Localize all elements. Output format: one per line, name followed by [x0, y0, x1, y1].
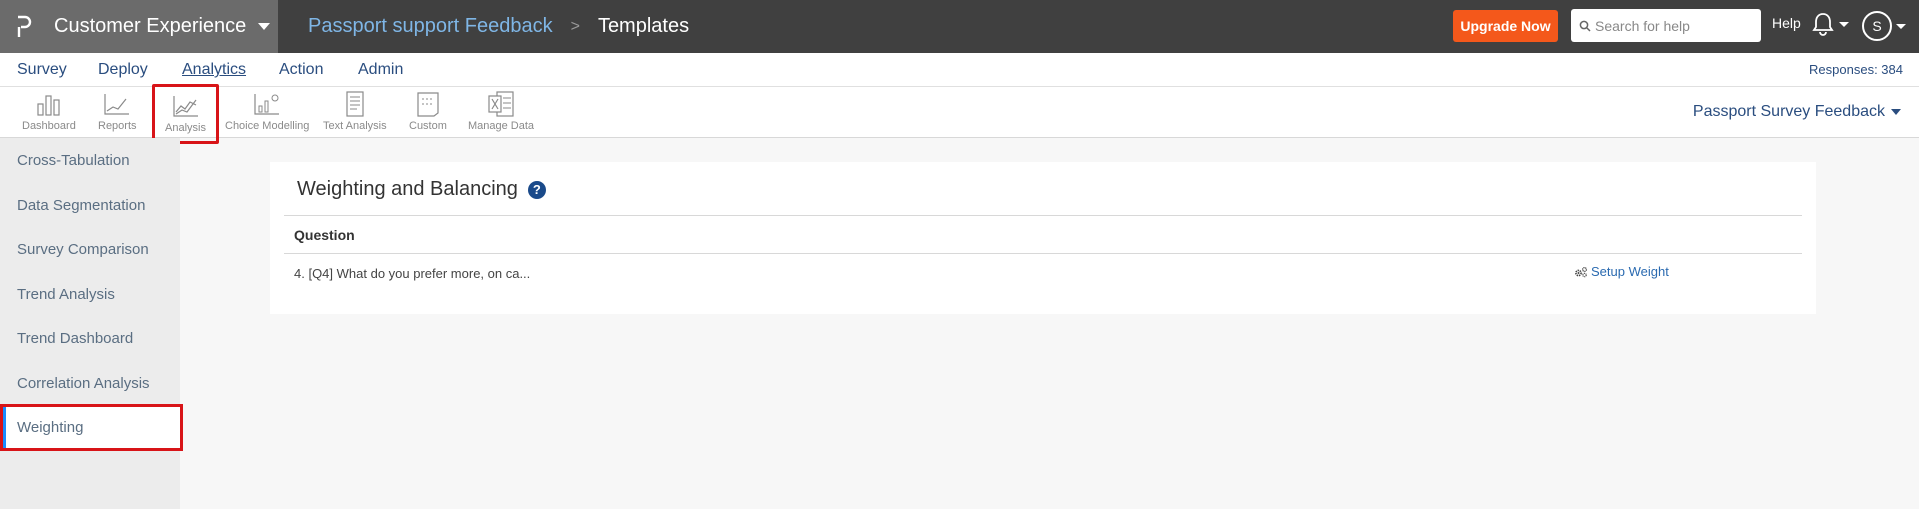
questions-table: Question 4. [Q4] What do you prefer more…: [284, 215, 1802, 292]
sidebar-item-label: Correlation Analysis: [17, 374, 150, 392]
analysis-icon: [172, 96, 198, 117]
help-link[interactable]: Help: [1772, 15, 1801, 31]
setup-weight-link[interactable]: Setup Weight: [1574, 264, 1669, 279]
main-menu: Survey Deploy Analytics Action Admin Res…: [0, 53, 1919, 87]
questionpro-logo-icon: [17, 15, 32, 37]
excel-icon: [488, 91, 514, 117]
choice-modelling-icon: [254, 94, 280, 115]
sidebar-item-data-segmentation[interactable]: Data Segmentation: [0, 183, 180, 227]
tool-choice-modelling[interactable]: Choice Modelling: [225, 90, 309, 132]
line-chart-icon: [104, 94, 130, 115]
menu-admin[interactable]: Admin: [358, 61, 403, 79]
tool-label: Choice Modelling: [225, 120, 310, 132]
sidebar-item-label: Cross-Tabulation: [17, 151, 130, 169]
table-header: Question: [284, 215, 1802, 254]
notifications-button[interactable]: [1811, 11, 1849, 37]
sidebar-item-label: Survey Comparison: [17, 240, 149, 258]
tool-dashboard[interactable]: Dashboard: [22, 90, 76, 132]
upgrade-now-button[interactable]: Upgrade Now: [1453, 10, 1558, 42]
text-analysis-icon: [346, 91, 364, 117]
product-switcher[interactable]: Customer Experience: [0, 0, 278, 53]
tool-label: Reports: [98, 120, 137, 132]
question-circle-icon[interactable]: ?: [527, 180, 546, 199]
menu-deploy[interactable]: Deploy: [98, 61, 148, 79]
help-search[interactable]: [1571, 9, 1761, 42]
bar-chart-icon: [37, 95, 60, 116]
tool-manage-data[interactable]: Manage Data: [468, 90, 534, 132]
sidebar-item-label: Data Segmentation: [17, 196, 146, 214]
custom-icon: [417, 92, 439, 117]
analysis-sidebar: Cross-Tabulation Data Segmentation Surve…: [0, 138, 183, 509]
responses-count: Responses: 384: [1809, 62, 1903, 77]
column-header-question: Question: [294, 226, 355, 243]
table-row: 4. [Q4] What do you prefer more, on ca..…: [284, 254, 1802, 292]
sidebar-item-correlation-analysis[interactable]: Correlation Analysis: [0, 361, 180, 405]
avatar: S: [1862, 11, 1892, 41]
tool-label: Manage Data: [468, 120, 535, 132]
menu-action[interactable]: Action: [279, 61, 323, 79]
menu-analytics[interactable]: Analytics: [182, 61, 246, 79]
page-title: Weighting and Balancing ?: [297, 178, 546, 201]
tool-label: Custom: [409, 120, 447, 132]
breadcrumb-separator: >: [570, 17, 580, 35]
survey-switcher[interactable]: Passport Survey Feedback: [1693, 103, 1901, 121]
breadcrumb: Passport support Feedback > Templates: [308, 0, 689, 53]
product-name: Customer Experience: [54, 15, 247, 37]
breadcrumb-survey[interactable]: Passport support Feedback: [308, 15, 553, 38]
search-icon: [1579, 20, 1591, 32]
tool-label: Text Analysis: [323, 120, 387, 132]
user-menu[interactable]: S: [1862, 11, 1906, 41]
sidebar-item-cross-tabulation[interactable]: Cross-Tabulation: [0, 138, 180, 182]
tool-label: Dashboard: [22, 120, 76, 132]
breadcrumb-page: Templates: [597, 15, 690, 37]
bell-icon: [1812, 13, 1834, 36]
sidebar-item-label: Trend Analysis: [17, 285, 115, 303]
setup-weight-label: Setup Weight: [1591, 264, 1669, 279]
sidebar-item-label: Trend Dashboard: [17, 329, 134, 347]
sidebar-item-weighting[interactable]: Weighting: [0, 404, 183, 451]
gears-icon: [1575, 266, 1588, 277]
survey-switcher-label: Passport Survey Feedback: [1692, 103, 1885, 120]
sidebar-item-label: Weighting: [17, 419, 84, 436]
top-bar: Customer Experience Passport support Fee…: [0, 0, 1919, 53]
sidebar-item-trend-dashboard[interactable]: Trend Dashboard: [0, 316, 180, 360]
menu-survey[interactable]: Survey: [17, 61, 67, 79]
tool-text-analysis[interactable]: Text Analysis: [323, 90, 387, 132]
tool-label: Analysis: [165, 122, 206, 134]
tool-reports[interactable]: Reports: [98, 90, 137, 132]
chevron-down-icon: [258, 23, 271, 30]
chevron-down-icon: [1839, 21, 1849, 27]
search-input[interactable]: [1595, 17, 1755, 34]
chevron-down-icon: [1891, 109, 1901, 115]
sidebar-item-trend-analysis[interactable]: Trend Analysis: [0, 272, 180, 316]
analytics-toolbar: Dashboard Reports Analysis Choice Modell…: [0, 84, 1919, 144]
tool-analysis[interactable]: Analysis: [152, 84, 219, 144]
sidebar-item-survey-comparison[interactable]: Survey Comparison: [0, 227, 180, 271]
page-title-text: Weighting and Balancing: [297, 178, 518, 200]
tool-custom[interactable]: Custom: [409, 90, 447, 132]
question-text: 4. [Q4] What do you prefer more, on ca..…: [294, 265, 531, 281]
chevron-down-icon: [1896, 23, 1906, 29]
weighting-panel: Weighting and Balancing ? Question 4. [Q…: [270, 162, 1816, 314]
